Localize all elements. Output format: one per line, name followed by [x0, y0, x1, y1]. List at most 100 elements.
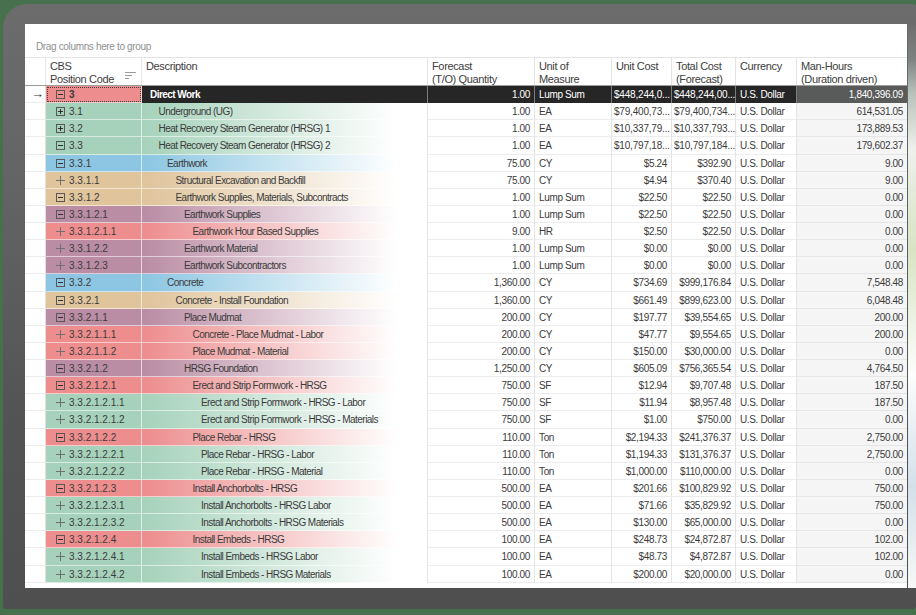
cell-forecast-quantity[interactable]: 200.00 [428, 326, 535, 343]
grid-row-3-3-2-1-2-1-1[interactable]: 3.3.2.1.2.1.1Erect and Strip Formwork - … [25, 394, 907, 411]
cell-unit-of-measure[interactable]: CY [535, 292, 612, 309]
cell-forecast-quantity[interactable]: 1.00 [428, 206, 535, 223]
cell-cbs-position-code[interactable]: 3.3.1.2 [46, 189, 142, 206]
cell-cbs-position-code[interactable]: 3.3.2.1.2.4.2 [46, 566, 142, 583]
cell-man-hours[interactable]: 0.00 [797, 257, 907, 274]
expand-icon[interactable] [56, 398, 65, 407]
cell-man-hours[interactable]: 9.00 [797, 172, 907, 189]
cell-currency[interactable]: U.S. Dollar [736, 377, 797, 394]
cell-unit-cost[interactable]: $150.00 [612, 343, 672, 360]
cell-total-cost[interactable]: $10,797,184... [672, 137, 736, 154]
grid-row-3-3-2-1-2-1[interactable]: 3.3.2.1.2.1Erect and Strip Formwork - HR… [25, 377, 907, 394]
cell-currency[interactable]: U.S. Dollar [736, 480, 797, 497]
cell-total-cost[interactable]: $8,957.48 [672, 394, 736, 411]
cell-total-cost[interactable]: $100,829.92 [672, 480, 736, 497]
grid-row-3-3-2-1-2-2[interactable]: 3.3.2.1.2.2Place Rebar - HRSG110.00Ton$2… [25, 429, 907, 446]
cell-man-hours[interactable]: 102.00 [797, 531, 907, 548]
expand-icon[interactable] [56, 227, 65, 236]
collapse-icon[interactable] [56, 141, 65, 150]
cell-currency[interactable]: U.S. Dollar [736, 343, 797, 360]
cell-total-cost[interactable]: $370.40 [672, 172, 736, 189]
cell-currency[interactable]: U.S. Dollar [736, 566, 797, 583]
cell-cbs-position-code[interactable]: 3.3.2.1.2.3.1 [46, 497, 142, 514]
column-header-description[interactable]: Description [142, 58, 428, 85]
cell-unit-cost[interactable]: $130.00 [612, 514, 672, 531]
collapse-icon[interactable] [56, 278, 65, 287]
cell-cbs-position-code[interactable]: 3.3.1.1 [46, 172, 142, 189]
expand-icon[interactable] [56, 467, 65, 476]
cell-total-cost[interactable]: $35,829.92 [672, 497, 736, 514]
cell-unit-of-measure[interactable]: EA [535, 548, 612, 565]
grid-row-3-3[interactable]: 3.3Heat Recovery Steam Generator (HRSG) … [25, 137, 907, 154]
cell-man-hours[interactable]: 187.50 [797, 377, 907, 394]
cell-unit-cost[interactable]: $448,244,0... [612, 86, 672, 103]
cell-man-hours[interactable]: 0.00 [797, 463, 907, 480]
cell-unit-cost[interactable]: $1.00 [612, 411, 672, 428]
cell-unit-of-measure[interactable]: CY [535, 155, 612, 172]
grid-row-3-3-1[interactable]: 3.3.1Earthwork75.00CY$5.24$392.90U.S. Do… [25, 155, 907, 172]
cell-description[interactable]: Place Rebar - HRSG - Material [142, 463, 428, 480]
collapse-icon[interactable] [56, 159, 65, 168]
cell-cbs-position-code[interactable]: 3.3.2.1.2 [46, 360, 142, 377]
cell-currency[interactable]: U.S. Dollar [736, 411, 797, 428]
cell-unit-cost[interactable]: $2.50 [612, 223, 672, 240]
column-header-unit-of-measure[interactable]: Unit of Measure [535, 58, 612, 85]
cell-unit-of-measure[interactable]: Ton [535, 446, 612, 463]
cell-forecast-quantity[interactable]: 110.00 [428, 429, 535, 446]
cell-unit-of-measure[interactable]: SF [535, 411, 612, 428]
grid-row-3-3-2-1[interactable]: 3.3.2.1Concrete - Install Foundation1,36… [25, 292, 907, 309]
cell-description[interactable]: Earthwork Supplies, Materials, Subcontra… [142, 189, 428, 206]
cell-forecast-quantity[interactable]: 1.00 [428, 137, 535, 154]
cell-man-hours[interactable]: 7,548.48 [797, 274, 907, 291]
cell-unit-of-measure[interactable]: EA [535, 137, 612, 154]
grid-row-3-3-2-1-2-3-1[interactable]: 3.3.2.1.2.3.1Install Anchorbolts - HRSG … [25, 497, 907, 514]
cell-unit-of-measure[interactable]: EA [535, 531, 612, 548]
grid-row-3-3-2-1-2-2-2[interactable]: 3.3.2.1.2.2.2Place Rebar - HRSG - Materi… [25, 463, 907, 480]
cell-unit-of-measure[interactable]: CY [535, 274, 612, 291]
collapse-icon[interactable] [56, 484, 65, 493]
cell-total-cost[interactable]: $22.50 [672, 223, 736, 240]
column-header-total-cost[interactable]: Total Cost (Forecast) [672, 58, 736, 85]
expand-icon[interactable] [56, 176, 65, 185]
cell-cbs-position-code[interactable]: 3.1 [46, 103, 142, 120]
cell-cbs-position-code[interactable]: 3.2 [46, 120, 142, 137]
cell-description[interactable]: Concrete [142, 274, 428, 291]
grid-row-3-3-1-2-3[interactable]: 3.3.1.2.3Earthwork Subcontractors1.00Lum… [25, 257, 907, 274]
cell-unit-cost[interactable]: $201.66 [612, 480, 672, 497]
cell-currency[interactable]: U.S. Dollar [736, 497, 797, 514]
cell-forecast-quantity[interactable]: 1.00 [428, 120, 535, 137]
grid-row-3-3-2-1-2-4-1[interactable]: 3.3.2.1.2.4.1Install Embeds - HRSG Labor… [25, 548, 907, 565]
cell-unit-of-measure[interactable]: Lump Sum [535, 240, 612, 257]
cell-unit-cost[interactable]: $734.69 [612, 274, 672, 291]
cell-forecast-quantity[interactable]: 110.00 [428, 446, 535, 463]
cell-currency[interactable]: U.S. Dollar [736, 257, 797, 274]
cell-currency[interactable]: U.S. Dollar [736, 120, 797, 137]
cell-description[interactable]: Place Mudmat [142, 309, 428, 326]
cell-unit-of-measure[interactable]: EA [535, 120, 612, 137]
cell-unit-cost[interactable]: $5.24 [612, 155, 672, 172]
expand-icon[interactable] [56, 552, 65, 561]
cell-currency[interactable]: U.S. Dollar [736, 531, 797, 548]
cell-total-cost[interactable]: $448,244,00... [672, 86, 736, 103]
cell-currency[interactable]: U.S. Dollar [736, 309, 797, 326]
cell-description[interactable]: Install Embeds - HRSG Labor [142, 548, 428, 565]
cell-unit-of-measure[interactable]: EA [535, 480, 612, 497]
cell-cbs-position-code[interactable]: 3.3.1 [46, 155, 142, 172]
cell-man-hours[interactable]: 173,889.53 [797, 120, 907, 137]
cell-total-cost[interactable]: $131,376.37 [672, 446, 736, 463]
cell-unit-cost[interactable]: $0.00 [612, 257, 672, 274]
cell-forecast-quantity[interactable]: 1.00 [428, 189, 535, 206]
cell-description[interactable]: Heat Recovery Steam Generator (HRSG) 2 [142, 137, 428, 154]
cell-unit-cost[interactable]: $200.00 [612, 566, 672, 583]
cell-forecast-quantity[interactable]: 200.00 [428, 309, 535, 326]
cell-cbs-position-code[interactable]: 3.3.2.1.2.1.2 [46, 411, 142, 428]
cell-man-hours[interactable]: 2,750.00 [797, 429, 907, 446]
cell-unit-of-measure[interactable]: SF [535, 377, 612, 394]
column-header-unit-cost[interactable]: Unit Cost [612, 58, 672, 85]
cell-forecast-quantity[interactable]: 100.00 [428, 566, 535, 583]
cell-forecast-quantity[interactable]: 750.00 [428, 411, 535, 428]
cell-forecast-quantity[interactable]: 1,250.00 [428, 360, 535, 377]
cell-forecast-quantity[interactable]: 1.00 [428, 103, 535, 120]
column-header-man-hours[interactable]: Man-Hours (Duration driven) [797, 58, 907, 85]
cell-description[interactable]: Structural Excavation and Backfill [142, 172, 428, 189]
